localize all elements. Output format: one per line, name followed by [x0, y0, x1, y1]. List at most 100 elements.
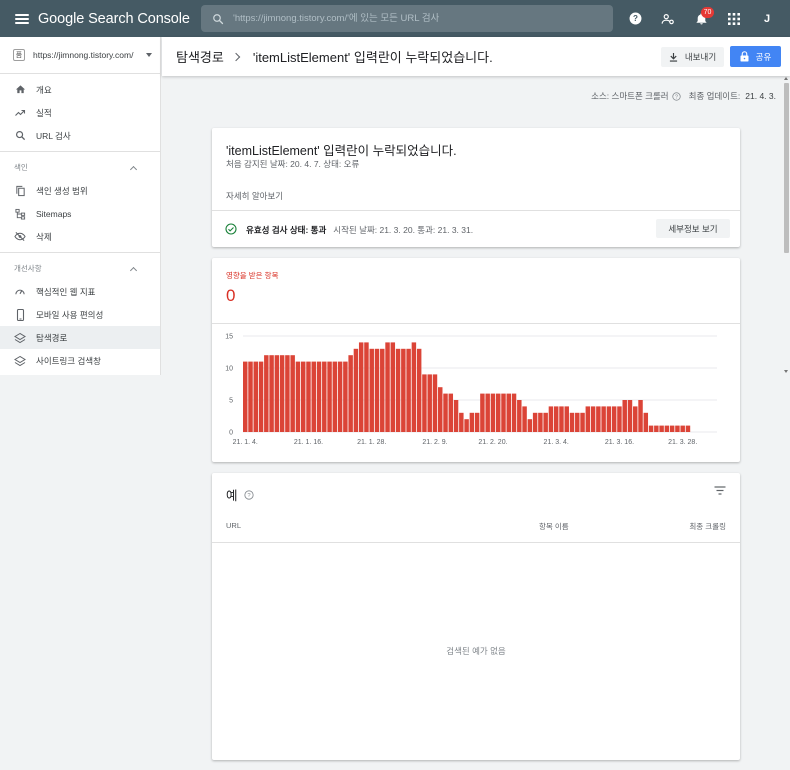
chart-bar[interactable] [564, 406, 569, 432]
chart-bar[interactable] [295, 361, 301, 432]
chart-bar[interactable] [648, 425, 654, 432]
chart-bar[interactable] [316, 361, 322, 432]
chart-bar[interactable] [453, 400, 459, 432]
chart-bar[interactable] [622, 400, 627, 432]
chart-bar[interactable] [364, 342, 369, 432]
chart-bar[interactable] [638, 400, 643, 432]
chart-bar[interactable] [596, 406, 601, 432]
chart-bar[interactable] [374, 348, 380, 432]
chart-bar[interactable] [337, 361, 343, 432]
learn-more-link[interactable]: 자세히 알아보기 [226, 190, 283, 202]
chart-bar[interactable] [322, 361, 327, 432]
chart-bar[interactable] [527, 419, 533, 432]
chart-bar[interactable] [538, 412, 543, 432]
sidebar-item-mobile-usability[interactable]: 모바일 사용 편의성 [0, 303, 160, 326]
chart-bar[interactable] [490, 393, 496, 432]
chart-bar[interactable] [332, 361, 338, 432]
chart-bar[interactable] [522, 406, 527, 432]
export-button[interactable]: 내보내기 [661, 47, 724, 67]
chart-bar[interactable] [390, 342, 396, 432]
chart-bar[interactable] [601, 406, 606, 432]
chart-bar[interactable] [443, 393, 448, 432]
chart-bar[interactable] [438, 387, 443, 432]
help-circle-icon[interactable]: ? [672, 91, 681, 101]
sidebar-item-performance[interactable]: 실적 [0, 101, 160, 124]
chart-bar[interactable] [643, 412, 649, 432]
chart-bar[interactable] [485, 393, 490, 432]
column-header-item-name[interactable]: 항목 이름 [539, 521, 569, 532]
chart-bar[interactable] [511, 393, 517, 432]
sidebar-item-url-inspection[interactable]: URL 검사 [0, 124, 160, 147]
chart-bar[interactable] [448, 393, 454, 432]
sidebar-section-index[interactable]: 색인 [0, 156, 160, 179]
chart-bar[interactable] [575, 412, 580, 432]
chart-bar[interactable] [532, 412, 538, 432]
chart-bar[interactable] [617, 406, 622, 432]
chart-bar[interactable] [664, 425, 670, 432]
chart-bar[interactable] [495, 393, 501, 432]
chart-bar[interactable] [395, 348, 401, 432]
sidebar-item-overview[interactable]: 개요 [0, 78, 160, 101]
chart-bar[interactable] [269, 355, 274, 432]
chart-bar[interactable] [290, 355, 295, 432]
sidebar-item-coverage[interactable]: 색인 생성 범위 [0, 179, 160, 202]
chart-bar[interactable] [611, 406, 617, 432]
chart-bar[interactable] [659, 425, 664, 432]
chart-bar[interactable] [285, 355, 290, 432]
column-header-url[interactable]: URL [226, 521, 241, 530]
sidebar-item-removals[interactable]: 삭제 [0, 225, 160, 248]
chart-bar[interactable] [553, 406, 559, 432]
chart-bar[interactable] [590, 406, 596, 432]
chart-bar[interactable] [274, 355, 280, 432]
chart-bar[interactable] [559, 406, 564, 432]
help-circle-icon[interactable]: ? [243, 489, 254, 500]
chart-bar[interactable] [580, 412, 585, 432]
chart-bar[interactable] [358, 342, 364, 432]
chart-bar[interactable] [300, 361, 306, 432]
chart-bar[interactable] [385, 342, 390, 432]
apps-grid-icon[interactable] [721, 6, 747, 32]
chart-bar[interactable] [311, 361, 316, 432]
chart-bar[interactable] [506, 393, 511, 432]
breadcrumb-parent[interactable]: 탐색경로 [176, 47, 224, 66]
chart-bar[interactable] [654, 425, 659, 432]
chart-bar[interactable] [248, 361, 253, 432]
chart-bar[interactable] [675, 425, 680, 432]
chart-bar[interactable] [306, 361, 311, 432]
chart-bar[interactable] [669, 425, 675, 432]
property-selector[interactable]: 품 https://jimnong.tistory.com/ [0, 37, 160, 74]
chart-bar[interactable] [369, 348, 374, 432]
chart-bar[interactable] [279, 355, 285, 432]
chart-bar[interactable] [474, 412, 480, 432]
chart-bar[interactable] [422, 374, 427, 432]
chart-bar[interactable] [585, 406, 591, 432]
chart-bar[interactable] [253, 361, 259, 432]
chart-bar[interactable] [569, 412, 575, 432]
account-avatar[interactable]: J [754, 6, 780, 32]
chart-bar[interactable] [406, 348, 411, 432]
sidebar-item-breadcrumbs[interactable]: 탐색경로 [0, 326, 160, 349]
chart-bar[interactable] [411, 342, 417, 432]
share-button[interactable]: 공유 [730, 46, 781, 67]
chart-bar[interactable] [501, 393, 506, 432]
scroll-down-arrow[interactable] [784, 370, 788, 373]
chart-bar[interactable] [627, 400, 633, 432]
sidebar-scrollbar[interactable] [784, 37, 789, 375]
menu-icon[interactable] [15, 13, 29, 24]
chart-bar[interactable] [427, 374, 432, 432]
sidebar-item-core-web-vitals[interactable]: 핵심적인 웹 지표 [0, 280, 160, 303]
see-details-button[interactable]: 세부정보 보기 [656, 219, 730, 238]
filter-icon[interactable] [714, 484, 726, 498]
chart-bar[interactable] [606, 406, 612, 432]
sidebar-section-enhancements[interactable]: 개선사항 [0, 257, 160, 280]
chart-bar[interactable] [685, 425, 691, 432]
chart-bar[interactable] [258, 361, 264, 432]
chart-bar[interactable] [517, 400, 522, 432]
chart-bar[interactable] [633, 406, 638, 432]
chart-bar[interactable] [327, 361, 332, 432]
chart-bar[interactable] [464, 419, 469, 432]
chart-bar[interactable] [401, 348, 406, 432]
scrollbar-thumb[interactable] [784, 83, 789, 253]
affected-items-chart[interactable]: 0 5 10 15 21. 1. 4. 21. 1. 16. 21. 1. 28. 21. 2… [212, 324, 740, 460]
column-header-last-crawled[interactable]: 최종 크롤링 [689, 521, 726, 532]
